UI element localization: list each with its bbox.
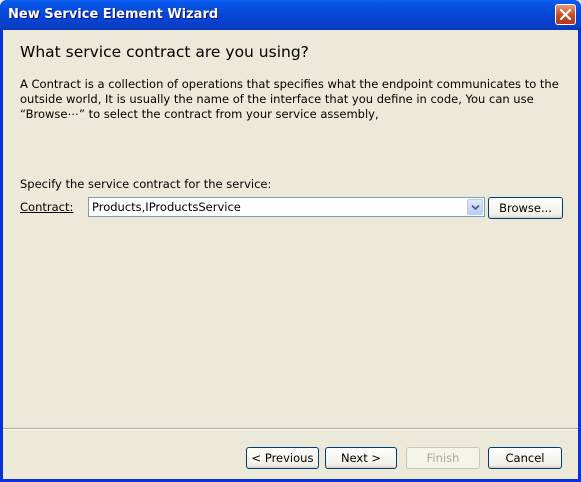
cancel-button[interactable]: Cancel [488,447,562,469]
contract-instruction-label: Specify the service contract for the ser… [20,177,272,191]
next-button[interactable]: Next > [325,447,397,469]
contract-combobox[interactable]: Products,IProductsService [88,197,485,217]
footer-separator [3,428,578,430]
close-icon [560,9,571,20]
contract-label: Contract: [20,200,73,214]
close-button[interactable] [555,4,576,25]
page-description: A Contract is a collection of operations… [20,77,559,121]
contract-combobox-value: Products,IProductsService [92,200,241,214]
contract-dropdown-button[interactable] [467,199,483,215]
window-title: New Service Element Wizard [8,7,219,22]
chevron-down-icon [471,204,480,211]
wizard-page: What service contract are you using? A C… [3,30,578,428]
contract-label-text: Contract: [20,200,74,214]
browse-button[interactable]: Browse... [488,197,563,219]
finish-button[interactable]: Finish [406,447,480,469]
title-bar[interactable]: New Service Element Wizard [0,0,581,30]
previous-button[interactable]: < Previous [246,447,319,469]
page-heading: What service contract are you using? [20,43,309,61]
wizard-window: New Service Element Wizard What service … [0,0,581,482]
dialog-client-area: What service contract are you using? A C… [3,30,578,479]
